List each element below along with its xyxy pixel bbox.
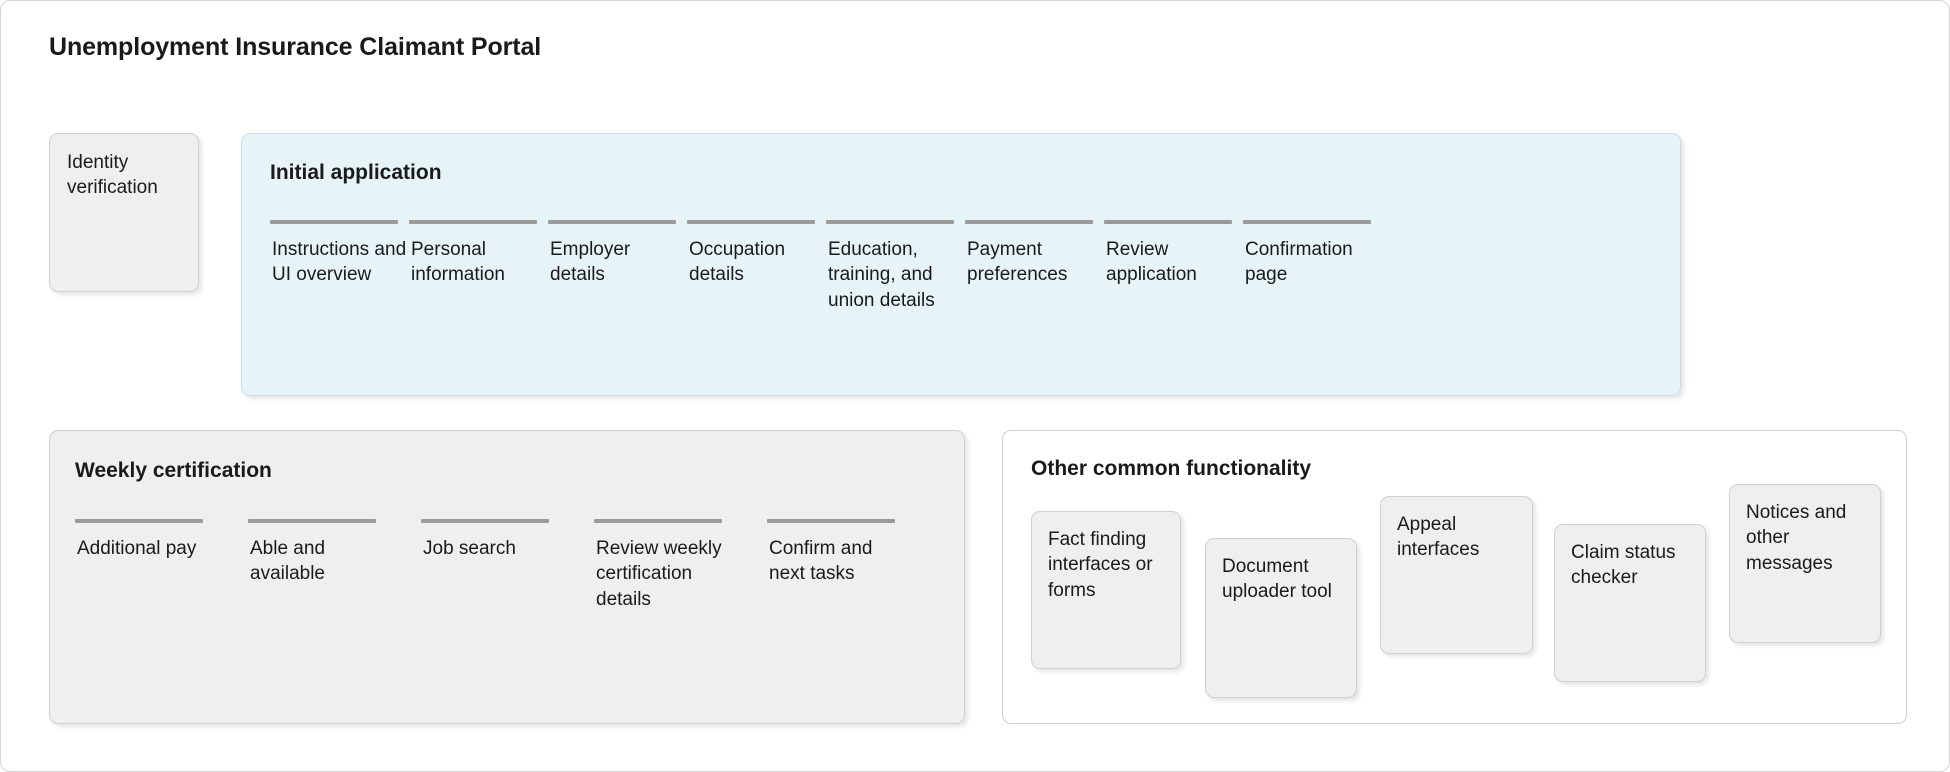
initial-application-step[interactable]: Employer details	[548, 220, 687, 288]
step-label: Able and available	[250, 538, 326, 585]
step-label: Instructions and UI overview	[272, 239, 407, 286]
func-card-label: Fact finding interfaces or forms	[1048, 529, 1153, 601]
step-rule	[270, 220, 398, 224]
initial-application-step[interactable]: Personal information	[409, 220, 548, 288]
initial-application-heading: Initial application	[270, 161, 442, 184]
step-label: Review application	[1106, 239, 1197, 286]
step-rule	[1104, 220, 1232, 224]
step-rule	[687, 220, 815, 224]
step-label: Job search	[423, 538, 516, 559]
func-card-label: Appeal interfaces	[1397, 514, 1480, 561]
initial-application-steps: Instructions and UI overview Personal in…	[270, 220, 1382, 313]
identity-verification-label: Identity verification	[67, 152, 158, 199]
document-uploader-card[interactable]: Document uploader tool	[1205, 538, 1357, 698]
weekly-certification-step[interactable]: Additional pay	[75, 519, 213, 561]
step-rule	[594, 519, 722, 523]
step-rule	[826, 220, 954, 224]
step-label: Additional pay	[77, 538, 197, 559]
initial-application-step[interactable]: Payment preferences	[965, 220, 1104, 288]
page-title: Unemployment Insurance Claimant Portal	[49, 33, 542, 61]
weekly-certification-heading: Weekly certification	[75, 459, 272, 482]
initial-application-step[interactable]: Occupation details	[687, 220, 826, 288]
initial-application-step[interactable]: Instructions and UI overview	[270, 220, 409, 288]
step-rule	[548, 220, 676, 224]
step-label: Education, training, and union details	[828, 239, 935, 311]
weekly-certification-step[interactable]: Review weekly certification details	[594, 519, 732, 612]
func-card-label: Document uploader tool	[1222, 556, 1332, 603]
other-common-functionality-panel: Other common functionality Fact finding …	[1002, 430, 1907, 724]
step-rule	[965, 220, 1093, 224]
step-label: Review weekly certification details	[596, 538, 722, 610]
step-rule	[421, 519, 549, 523]
step-label: Occupation details	[689, 239, 786, 286]
step-label: Payment preferences	[967, 239, 1068, 286]
weekly-certification-step[interactable]: Able and available	[248, 519, 386, 587]
step-label: Employer details	[550, 239, 631, 286]
initial-application-step[interactable]: Education, training, and union details	[826, 220, 965, 313]
notices-and-messages-card[interactable]: Notices and other messages	[1729, 484, 1881, 643]
step-label: Personal information	[411, 239, 505, 286]
initial-application-step[interactable]: Confirmation page	[1243, 220, 1382, 288]
func-card-label: Claim status checker	[1571, 542, 1676, 589]
other-common-functionality-heading: Other common functionality	[1031, 457, 1312, 480]
appeal-interfaces-card[interactable]: Appeal interfaces	[1380, 496, 1533, 654]
claim-status-checker-card[interactable]: Claim status checker	[1554, 524, 1706, 682]
weekly-certification-panel: Weekly certification Additional pay Able…	[49, 430, 965, 724]
step-rule	[409, 220, 537, 224]
step-rule	[248, 519, 376, 523]
initial-application-step[interactable]: Review application	[1104, 220, 1243, 288]
identity-verification-card[interactable]: Identity verification	[49, 133, 199, 292]
fact-finding-card[interactable]: Fact finding interfaces or forms	[1031, 511, 1181, 669]
func-card-label: Notices and other messages	[1746, 502, 1847, 574]
step-label: Confirmation page	[1245, 239, 1353, 286]
step-rule	[75, 519, 203, 523]
weekly-certification-steps: Additional pay Able and available Job se…	[75, 519, 905, 612]
initial-application-panel: Initial application Instructions and UI …	[241, 133, 1681, 396]
weekly-certification-step[interactable]: Confirm and next tasks	[767, 519, 905, 587]
step-rule	[767, 519, 895, 523]
step-rule	[1243, 220, 1371, 224]
weekly-certification-step[interactable]: Job search	[421, 519, 559, 561]
diagram-canvas: Unemployment Insurance Claimant Portal I…	[0, 0, 1950, 772]
step-label: Confirm and next tasks	[769, 538, 873, 585]
